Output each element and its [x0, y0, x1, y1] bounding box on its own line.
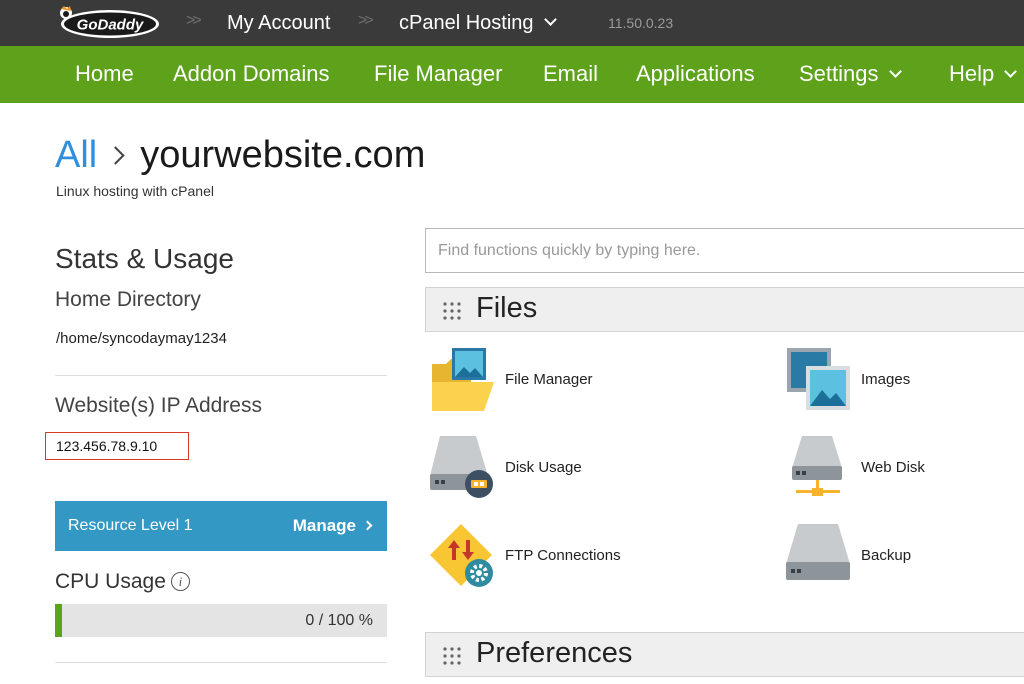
- all-link[interactable]: All: [55, 134, 97, 176]
- ip-address-highlight: 123.456.78.9.10: [45, 432, 189, 460]
- nav-settings[interactable]: Settings: [799, 61, 902, 87]
- nav-email[interactable]: Email: [543, 61, 598, 87]
- manage-label: Manage: [292, 516, 356, 535]
- page-title: yourwebsite.com: [140, 134, 426, 176]
- search-input[interactable]: [425, 228, 1024, 273]
- tool-file-manager-label: File Manager: [505, 371, 593, 388]
- godaddy-logo[interactable]: GoDaddy: [56, 5, 160, 41]
- info-icon[interactable]: i: [170, 572, 190, 591]
- files-section-title: Files: [476, 292, 538, 324]
- nav-settings-label: Settings: [799, 61, 879, 86]
- tool-web-disk[interactable]: Web Disk: [786, 434, 1024, 504]
- chevron-right-icon: [106, 146, 125, 165]
- images-icon: [787, 348, 850, 410]
- cpu-usage-value: 0 / 100 %: [305, 612, 373, 629]
- svg-text:GoDaddy: GoDaddy: [77, 17, 144, 34]
- version-label: 11.50.0.23: [608, 15, 674, 31]
- breadcrumb-separator: >>: [186, 12, 202, 29]
- tool-web-disk-label: Web Disk: [861, 459, 925, 476]
- cpu-usage-fill: [55, 604, 62, 637]
- stats-heading: Stats & Usage: [55, 243, 234, 274]
- cpu-usage-label: CPU Usage: [55, 570, 166, 593]
- nav-help[interactable]: Help: [949, 61, 1018, 87]
- ftp-icon: [430, 524, 493, 587]
- cpu-usage-bar: 0 / 100 %: [55, 604, 387, 637]
- drag-handle-icon[interactable]: [442, 646, 462, 666]
- top-bar: GoDaddy >> My Account >> cPanel Hosting …: [0, 0, 1024, 46]
- page-subtitle: Linux hosting with cPanel: [56, 183, 214, 199]
- breadcrumb: All yourwebsite.com: [55, 134, 425, 184]
- disk-usage-icon: [430, 436, 493, 498]
- home-directory-value: /home/syncodaymay1234: [56, 330, 227, 347]
- cpu-usage-heading: CPU Usage i: [55, 570, 190, 594]
- web-disk-icon: [792, 436, 842, 496]
- tool-backup[interactable]: Backup: [786, 522, 1024, 592]
- nav-file-manager[interactable]: File Manager: [374, 61, 502, 87]
- nav-applications[interactable]: Applications: [636, 61, 755, 87]
- tool-backup-label: Backup: [861, 547, 912, 564]
- my-account-link[interactable]: My Account: [227, 12, 330, 35]
- preferences-section-header[interactable]: Preferences: [425, 632, 1024, 677]
- manage-button[interactable]: Manage: [292, 516, 373, 536]
- backup-icon: [786, 524, 850, 580]
- breadcrumb-separator: >>: [358, 12, 374, 29]
- main-nav: Home Addon Domains File Manager Email Ap…: [0, 46, 1024, 103]
- tool-ftp-connections-label: FTP Connections: [505, 547, 621, 564]
- tool-file-manager[interactable]: File Manager: [430, 346, 750, 416]
- folder-icon: [432, 348, 494, 411]
- chevron-right-icon: [362, 520, 373, 531]
- files-section-header[interactable]: Files: [425, 287, 1024, 332]
- tool-images-label: Images: [861, 371, 911, 388]
- chevron-down-icon: [543, 13, 557, 26]
- chevron-down-icon: [1004, 65, 1018, 78]
- tool-disk-usage-label: Disk Usage: [505, 459, 582, 476]
- resource-level-bar: Resource Level 1 Manage: [55, 501, 387, 551]
- cpanel-hosting-label: cPanel Hosting: [399, 12, 534, 34]
- drag-handle-icon[interactable]: [442, 301, 462, 321]
- tool-ftp-connections[interactable]: FTP Connections: [430, 522, 750, 592]
- chevron-down-icon: [888, 65, 902, 78]
- nav-addon-domains[interactable]: Addon Domains: [173, 61, 330, 87]
- nav-home[interactable]: Home: [75, 61, 134, 87]
- tool-disk-usage[interactable]: Disk Usage: [430, 434, 750, 504]
- cpanel-hosting-dropdown[interactable]: cPanel Hosting: [399, 12, 557, 35]
- tool-images[interactable]: Images: [786, 346, 1024, 416]
- divider: [55, 662, 387, 663]
- ip-address-label: Website(s) IP Address: [55, 394, 262, 417]
- nav-help-label: Help: [949, 61, 995, 86]
- ip-address-value: 123.456.78.9.10: [56, 438, 158, 454]
- preferences-section-title: Preferences: [476, 637, 633, 669]
- home-directory-label: Home Directory: [55, 288, 201, 311]
- divider: [55, 375, 387, 376]
- resource-level-label: Resource Level 1: [68, 517, 193, 534]
